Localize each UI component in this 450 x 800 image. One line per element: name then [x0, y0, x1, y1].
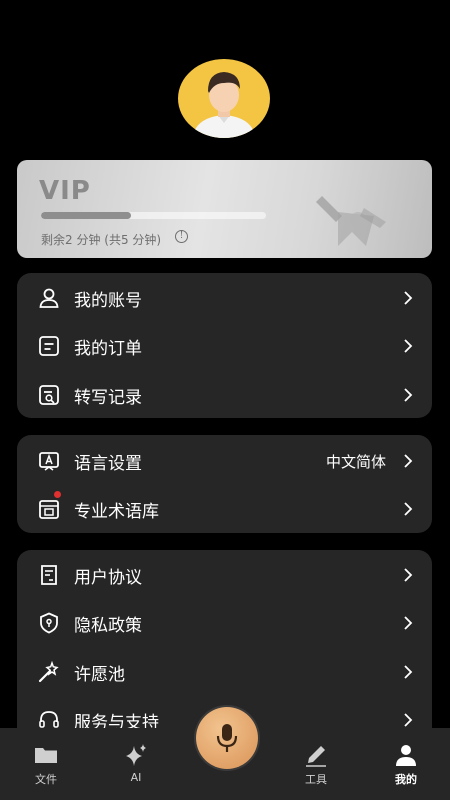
settings-menu-group: 语言设置 中文简体 专业术语库 — [17, 435, 432, 533]
menu-item-label: 我的账号 — [74, 290, 142, 311]
user-avatar-icon — [192, 72, 256, 138]
menu-item-my-orders[interactable]: 我的订单 — [17, 326, 432, 366]
menu-item-transcript-records[interactable]: 转写记录 — [17, 375, 432, 415]
person-icon — [396, 745, 416, 766]
menu-item-privacy-policy[interactable]: 隐私政策 — [17, 603, 432, 643]
avatar[interactable] — [178, 59, 270, 138]
chevron-right-icon — [404, 713, 413, 727]
menu-item-user-agreement[interactable]: 用户协议 — [17, 555, 432, 595]
tab-files[interactable]: 文件 — [16, 728, 76, 800]
menu-item-label: 专业术语库 — [74, 501, 159, 522]
vip-progress-fill — [41, 212, 131, 219]
vip-remaining-text: 剩余2 分钟 (共5 分钟) — [41, 233, 162, 247]
tab-label: 我的 — [395, 773, 417, 786]
sparkle-icon — [126, 744, 146, 766]
menu-item-label: 隐私政策 — [74, 615, 142, 636]
menu-item-label: 许愿池 — [74, 664, 125, 685]
folder-icon — [35, 748, 57, 763]
vip-card[interactable]: VIP 剩余2 分钟 (共5 分钟) ! — [17, 160, 432, 258]
pen-icon — [306, 746, 326, 767]
info-icon[interactable]: ! — [175, 230, 188, 243]
chevron-right-icon — [404, 388, 413, 402]
account-menu-group: 我的账号 我的订单 转写记录 — [17, 273, 432, 418]
vip-title: VIP — [39, 176, 91, 206]
tab-label: 文件 — [35, 773, 57, 786]
chevron-right-icon — [404, 454, 413, 468]
tab-label: AI — [130, 771, 142, 784]
menu-item-label: 转写记录 — [74, 387, 142, 408]
microphone-icon — [216, 724, 238, 752]
menu-item-my-account[interactable]: 我的账号 — [17, 278, 432, 318]
record-button[interactable] — [196, 707, 258, 769]
chevron-right-icon — [404, 291, 413, 305]
tab-mine[interactable]: 我的 — [376, 728, 436, 800]
menu-item-glossary[interactable]: 专业术语库 — [17, 489, 432, 529]
glossary-icon — [39, 500, 59, 519]
chevron-right-icon — [404, 568, 413, 582]
chevron-right-icon — [404, 616, 413, 630]
chevron-right-icon — [404, 665, 413, 679]
user-icon — [39, 288, 59, 308]
current-language-value: 中文简体 — [325, 452, 386, 471]
menu-item-label: 语言设置 — [74, 453, 142, 474]
transcript-record-icon — [39, 385, 59, 405]
tab-ai[interactable]: AI — [106, 728, 166, 800]
language-icon — [39, 452, 59, 471]
order-icon — [39, 336, 59, 356]
tab-label: 工具 — [305, 773, 327, 786]
menu-item-language-settings[interactable]: 语言设置 中文简体 — [17, 441, 432, 481]
tab-tools[interactable]: 工具 — [286, 728, 346, 800]
magic-wand-icon — [38, 660, 59, 683]
vip-badge-decoration-icon — [316, 196, 386, 246]
notification-badge — [54, 491, 61, 498]
chevron-right-icon — [404, 502, 413, 516]
privacy-shield-icon — [40, 612, 58, 634]
menu-item-label: 用户协议 — [74, 567, 142, 588]
vip-progress-bar — [41, 212, 266, 219]
menu-item-label: 我的订单 — [74, 338, 142, 359]
agreement-icon — [41, 565, 57, 585]
chevron-right-icon — [404, 339, 413, 353]
menu-item-wishing-pool[interactable]: 许愿池 — [17, 652, 432, 692]
